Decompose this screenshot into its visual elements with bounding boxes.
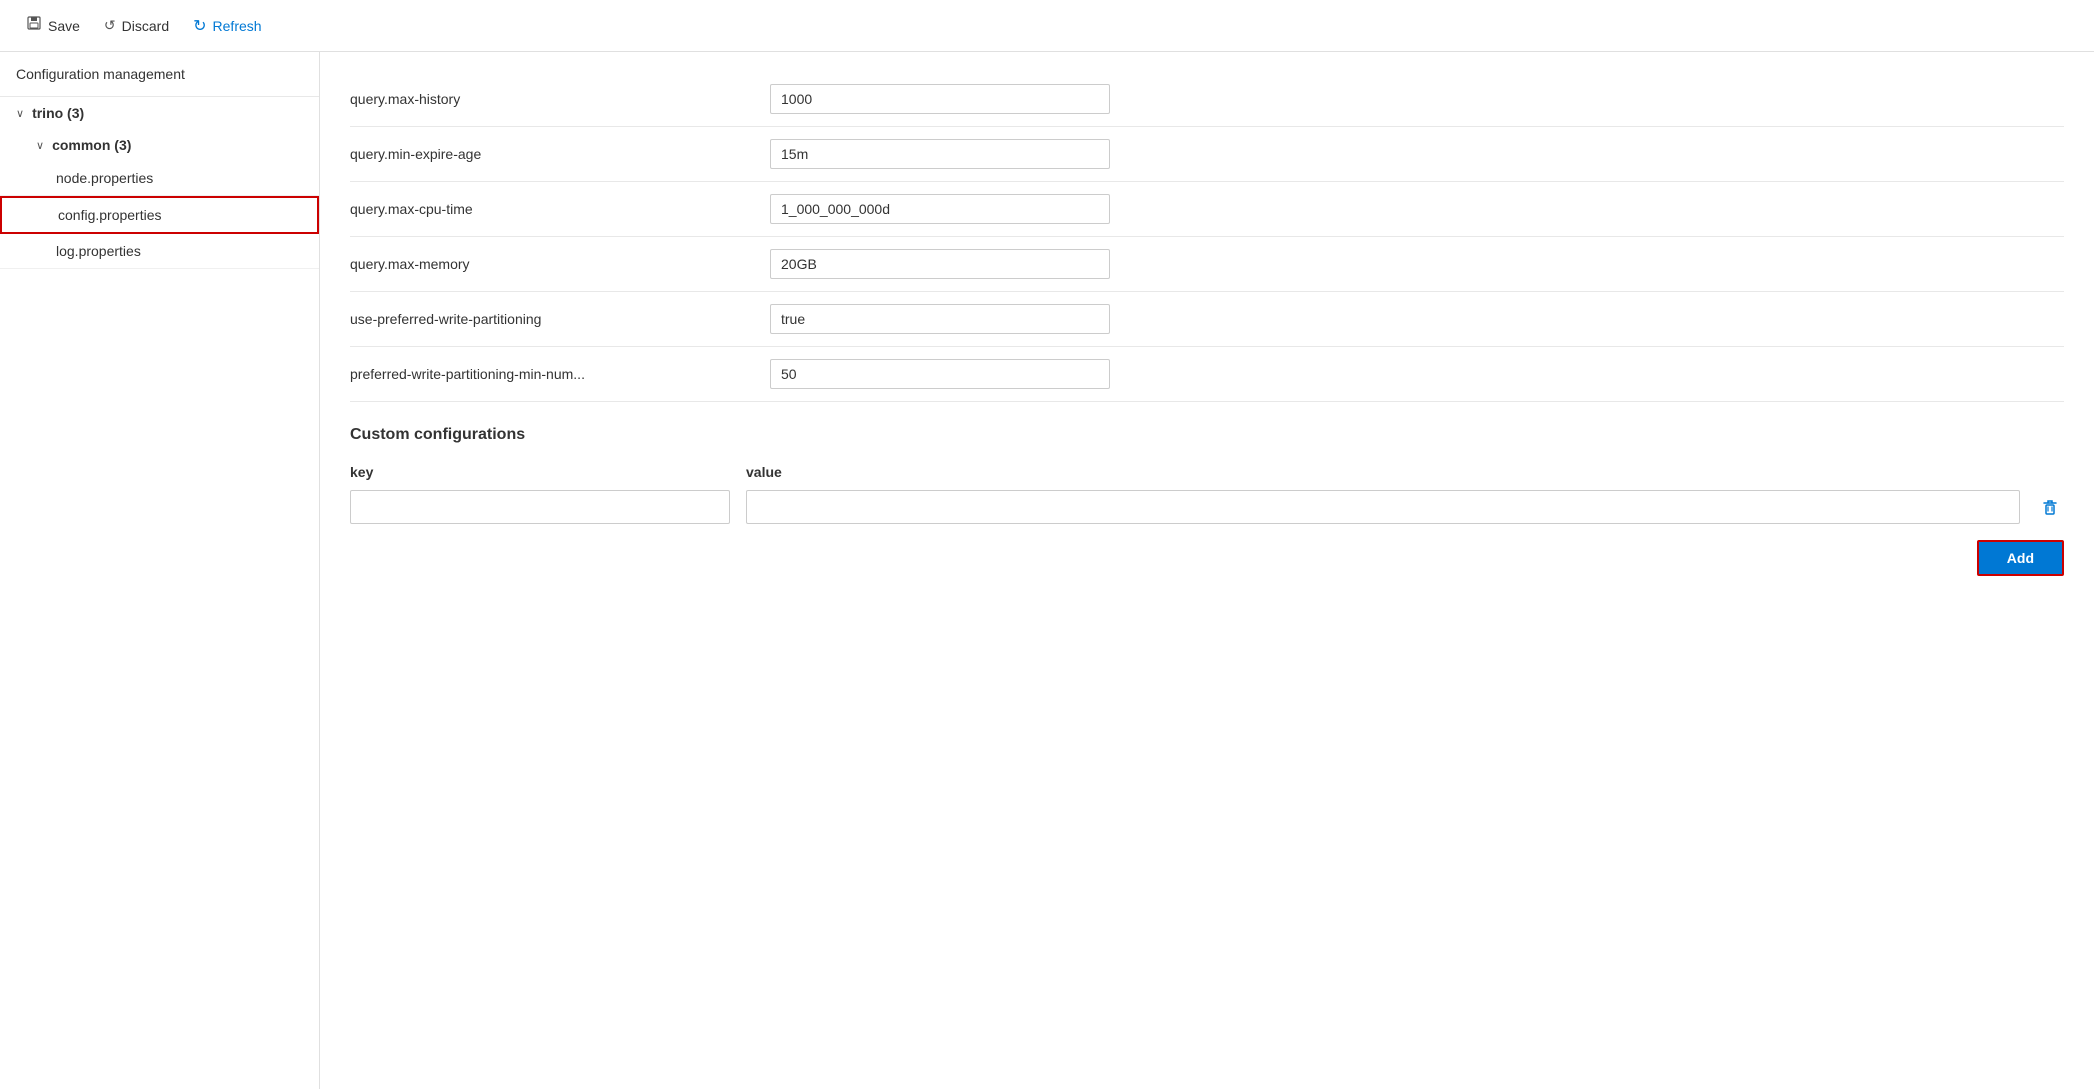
tree-leaf-config-properties[interactable]: config.properties (0, 196, 319, 234)
save-icon (26, 15, 42, 36)
config-value-container-0 (770, 84, 2064, 114)
add-button-label: Add (2007, 550, 2034, 566)
config-label-5: preferred-write-partitioning-min-num... (350, 366, 770, 382)
custom-config-section: Custom configurations key value (350, 426, 2064, 596)
refresh-button[interactable]: ↻ Refresh (183, 10, 271, 42)
config-properties-label: config.properties (58, 207, 162, 223)
log-properties-label: log.properties (56, 243, 141, 259)
config-value-container-2 (770, 194, 2064, 224)
config-row-2: query.max-cpu-time (350, 182, 2064, 237)
node-properties-label: node.properties (56, 170, 153, 186)
value-column-header: value (746, 464, 2064, 480)
discard-label: Discard (122, 18, 169, 34)
common-label: common (3) (52, 137, 131, 153)
config-input-0[interactable] (770, 84, 1110, 114)
custom-config-title: Custom configurations (350, 426, 2064, 444)
delete-row-button-0[interactable] (2036, 493, 2064, 521)
config-row-5: preferred-write-partitioning-min-num... (350, 347, 2064, 402)
config-label-3: query.max-memory (350, 256, 770, 272)
custom-config-row-0 (350, 490, 2064, 524)
config-input-4[interactable] (770, 304, 1110, 334)
config-input-1[interactable] (770, 139, 1110, 169)
config-row-0: query.max-history (350, 72, 2064, 127)
refresh-label: Refresh (213, 18, 262, 34)
config-label-1: query.min-expire-age (350, 146, 770, 162)
discard-icon: ↺ (104, 17, 116, 34)
content-area: query.max-history query.min-expire-age q… (320, 52, 2094, 1089)
config-input-5[interactable] (770, 359, 1110, 389)
add-button[interactable]: Add (1977, 540, 2064, 576)
config-row-4: use-preferred-write-partitioning (350, 292, 2064, 347)
sidebar-header: Configuration management (0, 52, 319, 97)
main-layout: Configuration management ∨ trino (3) ∨ c… (0, 52, 2094, 1089)
save-label: Save (48, 18, 80, 34)
tree-leaf-node-properties[interactable]: node.properties (0, 161, 319, 196)
custom-key-input-0[interactable] (350, 490, 730, 524)
custom-config-headers: key value (350, 464, 2064, 480)
config-input-3[interactable] (770, 249, 1110, 279)
config-value-container-1 (770, 139, 2064, 169)
config-value-container-5 (770, 359, 2064, 389)
key-column-header: key (350, 464, 730, 480)
add-btn-row: Add (350, 540, 2064, 596)
config-label-4: use-preferred-write-partitioning (350, 311, 770, 327)
chevron-down-icon: ∨ (36, 139, 44, 152)
discard-button[interactable]: ↺ Discard (94, 11, 179, 40)
tree-item-trino[interactable]: ∨ trino (3) (0, 97, 319, 129)
tree-item-common[interactable]: ∨ common (3) (0, 129, 319, 161)
custom-value-input-0[interactable] (746, 490, 2020, 524)
config-label-2: query.max-cpu-time (350, 201, 770, 217)
config-value-container-4 (770, 304, 2064, 334)
config-row-3: query.max-memory (350, 237, 2064, 292)
chevron-down-icon: ∨ (16, 107, 24, 120)
config-value-container-3 (770, 249, 2064, 279)
refresh-icon: ↻ (193, 16, 206, 36)
toolbar: Save ↺ Discard ↻ Refresh (0, 0, 2094, 52)
sidebar: Configuration management ∨ trino (3) ∨ c… (0, 52, 320, 1089)
trash-icon (2040, 497, 2060, 517)
tree-leaf-log-properties[interactable]: log.properties (0, 234, 319, 269)
config-row-1: query.min-expire-age (350, 127, 2064, 182)
config-input-2[interactable] (770, 194, 1110, 224)
trino-label: trino (3) (32, 105, 84, 121)
save-button[interactable]: Save (16, 9, 90, 42)
config-label-0: query.max-history (350, 91, 770, 107)
